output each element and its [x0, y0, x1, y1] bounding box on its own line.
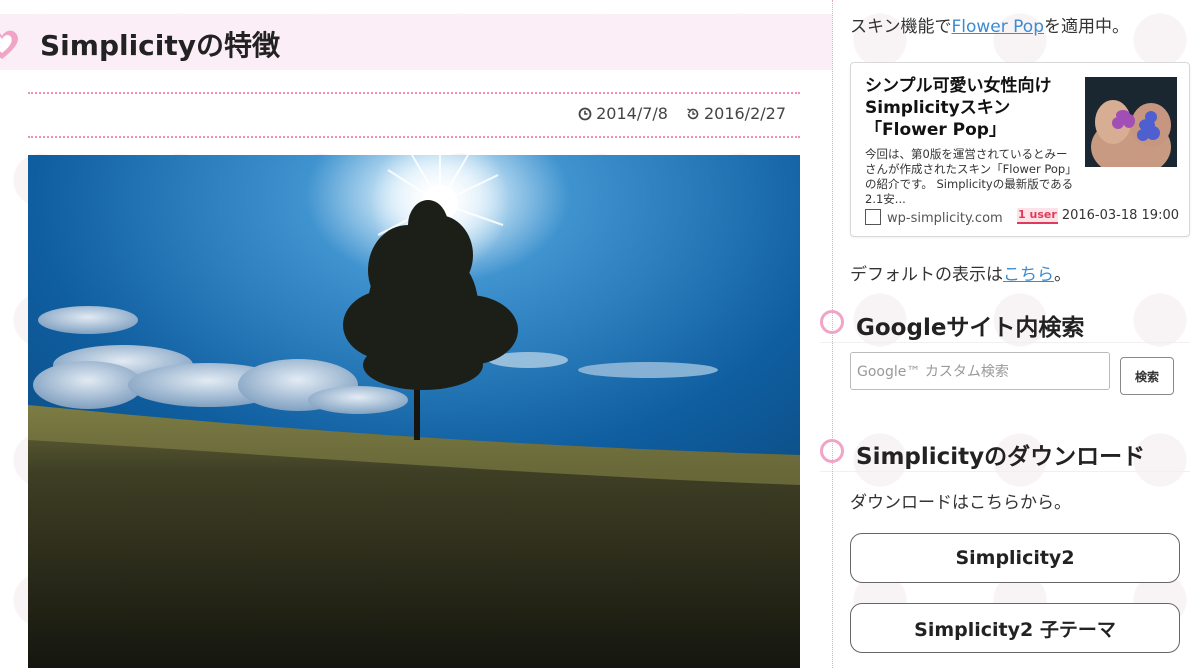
search-button[interactable]: 検索	[1120, 357, 1174, 395]
download-widget-header: Simplicityのダウンロード	[820, 437, 1190, 472]
download-text: ダウンロードはこちらから。	[850, 493, 1071, 513]
sidebar: スキン機能でFlower Popを適用中。 シンプル可愛い女性向けSimplic…	[820, 0, 1198, 668]
main-content: Simplicityの特徴 2014/7/8 2016/2/27	[0, 0, 832, 668]
search-widget-header: Googleサイト内検索	[820, 308, 1190, 343]
skin-prefix: スキン機能で	[850, 17, 952, 37]
search-widget-title: Googleサイト内検索	[856, 315, 1085, 341]
download-widget-title: Simplicityのダウンロード	[856, 444, 1146, 470]
hatena-users-badge[interactable]: 1 user	[1017, 208, 1058, 224]
published-date: 2014/7/8	[578, 104, 668, 123]
updated-date: 2016/2/27	[686, 104, 786, 123]
hero-image	[28, 155, 800, 668]
flower-pop-link[interactable]: Flower Pop	[952, 17, 1045, 37]
clock-icon	[578, 107, 592, 120]
updated-date-text: 2016/2/27	[703, 104, 786, 123]
post-dates: 2014/7/8 2016/2/27	[578, 104, 786, 123]
blog-card-date: 2016-03-18 19:00	[1061, 208, 1179, 223]
history-icon	[687, 107, 699, 119]
blog-card-site[interactable]: wp-simplicity.com	[887, 211, 1003, 226]
download-child-theme-button[interactable]: Simplicity2 子テーマ	[850, 603, 1180, 653]
default-suffix: 。	[1054, 265, 1071, 285]
blog-card-footer: wp-simplicity.com 1 user 2016-03-18 19:0…	[865, 207, 1179, 227]
tree-landscape-image	[28, 155, 800, 668]
heart-icon	[0, 30, 18, 59]
blog-card[interactable]: シンプル可愛い女性向けSimplicityスキン「Flower Pop」 今回は…	[850, 62, 1190, 237]
favicon-icon	[865, 209, 881, 225]
title-bar: Simplicityの特徴	[0, 14, 832, 70]
skin-notice: スキン機能でFlower Popを適用中。	[850, 12, 1129, 37]
blog-card-excerpt: 今回は、第0版を運営されているとみーさんが作成されたスキン「Flower Pop…	[865, 147, 1074, 206]
search-input[interactable]: Google™ カスタム検索	[850, 352, 1110, 390]
page-title: Simplicityの特徴	[40, 29, 281, 62]
published-date-text: 2014/7/8	[596, 104, 668, 123]
column-divider	[832, 0, 833, 668]
search-placeholder: Google™ カスタム検索	[857, 364, 1009, 380]
default-prefix: デフォルトの表示は	[850, 265, 1003, 285]
blog-card-title[interactable]: シンプル可愛い女性向けSimplicityスキン「Flower Pop」	[865, 75, 1075, 141]
skin-suffix: を適用中。	[1044, 17, 1129, 37]
post-date-row: 2014/7/8 2016/2/27	[28, 92, 800, 138]
blog-card-thumbnail[interactable]	[1085, 77, 1177, 167]
default-display-notice: デフォルトの表示はこちら。	[850, 260, 1071, 285]
default-display-link[interactable]: こちら	[1003, 265, 1054, 285]
download-simplicity2-button[interactable]: Simplicity2	[850, 533, 1180, 583]
